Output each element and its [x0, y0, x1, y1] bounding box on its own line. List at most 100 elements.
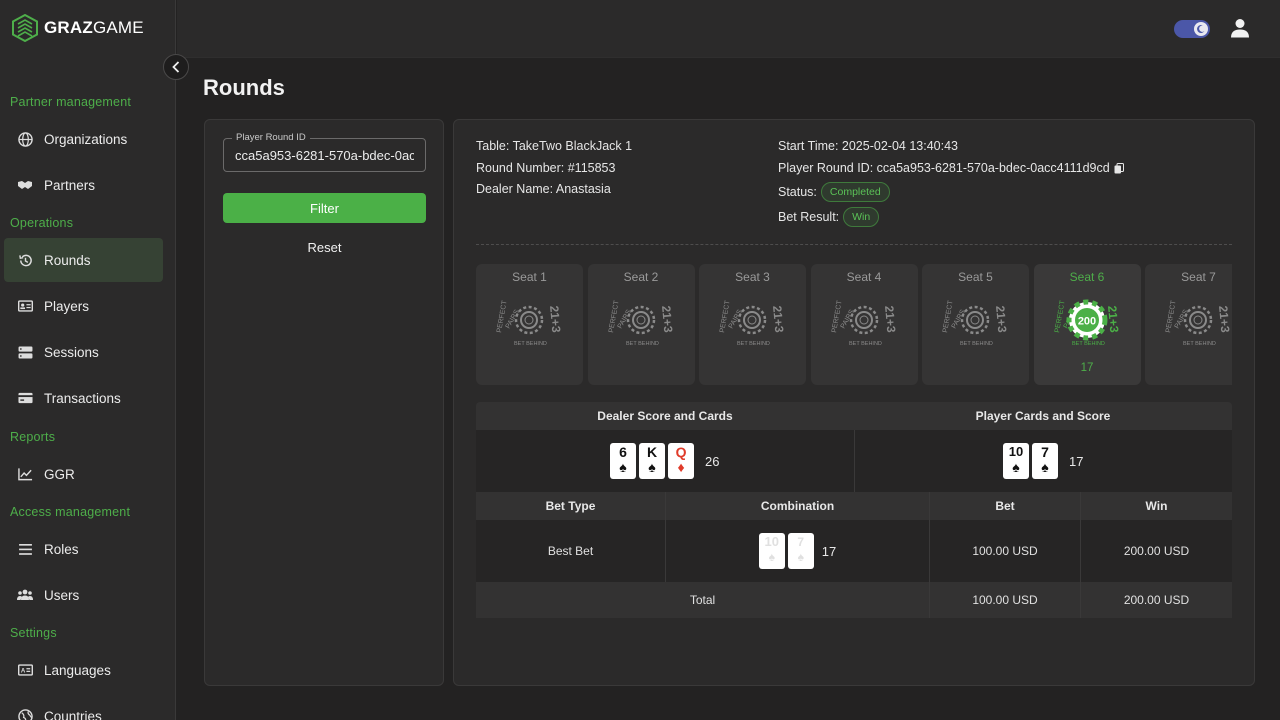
chevron-left-icon	[172, 61, 180, 73]
sidebar-item-label: Roles	[44, 541, 79, 557]
sidebar-item-partners[interactable]: Partners	[4, 163, 163, 207]
bet-behind-text: BET BEHIND	[514, 341, 547, 347]
sidebar-item-ggr[interactable]: GGR	[4, 452, 163, 496]
combination-cards: 10 ♠ 7 ♠	[758, 533, 814, 569]
sidebar-item-label: Sessions	[44, 344, 99, 360]
reset-button[interactable]: Reset	[223, 233, 426, 261]
filter-panel: Player Round ID Filter Reset	[204, 119, 444, 686]
seat-4[interactable]: Seat 4 PERFECT PAIRS 21+3 BET BEHIND	[810, 264, 918, 385]
sidebar-item-label: Partners	[44, 177, 96, 193]
page-title: Rounds	[203, 75, 285, 100]
card-rank: K	[646, 444, 658, 460]
table-name: Table: TakeTwo BlackJack 1	[476, 139, 633, 153]
card-rank: 10	[764, 534, 779, 549]
bet-spot-icon: PERFECTPAIRS 21+3BET BEHIND	[719, 299, 786, 347]
score-header-row: Dealer Score and Cards Player Cards and …	[476, 402, 1232, 430]
seat-3[interactable]: Seat 3 PERFECT PAIRS 21+3 BET BEHIND	[699, 264, 806, 385]
seat-label: Seat 4	[846, 270, 882, 284]
list-icon	[17, 541, 33, 557]
player-score: 17	[1069, 453, 1084, 469]
theme-toggle[interactable]	[1174, 20, 1210, 38]
round-number: Round Number: #115853	[476, 161, 616, 175]
score-row: 6 ♠ K ♠ Q ♦ 26 10 ♠ 7 ♠ 17	[476, 430, 1232, 492]
start-time: Start Time: 2025-02-04 13:40:43	[778, 139, 958, 153]
filter-button[interactable]: Filter	[223, 193, 426, 223]
sidebar-item-players[interactable]: Players	[4, 284, 163, 328]
sidebar-item-rounds[interactable]: Rounds	[4, 238, 163, 282]
sidebar-item-countries[interactable]: Countries	[4, 694, 163, 720]
side-bet-text: 21+3	[547, 305, 563, 333]
player-round-id-input[interactable]	[224, 139, 425, 171]
collapse-sidebar-button[interactable]	[163, 54, 189, 80]
seats-row: Seat 1 PERFECT PAIRS 21+3 BET BEHIND Seat 2 PE…	[476, 264, 1232, 385]
bet-type-header: Bet Type	[545, 499, 596, 513]
sidebar-item-users[interactable]: Users	[4, 573, 163, 617]
bet-behind-text: BET BEHIND	[1183, 341, 1216, 347]
side-bet-text: 21+3	[1216, 305, 1232, 333]
seat-label: Seat 6	[1069, 270, 1105, 284]
playing-card: 7 ♠	[1032, 443, 1059, 479]
chip-amount: 200	[1077, 316, 1095, 328]
user-account-icon[interactable]	[1230, 18, 1250, 38]
status-line: Status: Completed	[778, 182, 890, 202]
playing-card: 10 ♠	[758, 533, 785, 569]
seat-7[interactable]: Seat 7 PERFECT PAIRS 21+3 BET BEHIND	[1145, 264, 1232, 385]
total-label: Total	[689, 593, 716, 607]
brand-logo[interactable]: GRAZGAME	[12, 14, 144, 42]
win-header: Win	[1080, 492, 1232, 520]
sidebar-item-label: Countries	[44, 708, 102, 720]
sidebar-item-label: Organizations	[44, 131, 128, 147]
card-suit-icon: ♠	[1041, 459, 1049, 475]
seat-6[interactable]: Seat 6PERFECTPAIRS21+3BET BEHIND20017	[1033, 264, 1141, 385]
side-bet-text: 21+3	[770, 305, 786, 333]
topbar	[177, 0, 1280, 58]
seat-5[interactable]: Seat 5 PERFECT PAIRS 21+3 BET BEHIND	[922, 264, 1029, 385]
seat-label: Seat 3	[735, 270, 770, 284]
sidebar-item-organizations[interactable]: Organizations	[4, 117, 163, 161]
card-suit-icon: ♠	[797, 550, 804, 564]
card-suit-icon: ♦	[677, 459, 685, 475]
player-round-id-line: Player Round ID: cca5a953-6281-570a-bdec…	[778, 161, 1124, 175]
card-rank: 7	[1041, 444, 1049, 460]
seat-score: 17	[1080, 362, 1094, 374]
sidebar-item-languages[interactable]: A Languages	[4, 648, 163, 692]
seat-label: Seat 5	[958, 270, 993, 284]
sidebar-item-label: Languages	[44, 662, 111, 678]
card-suit-icon: ♠	[648, 459, 656, 475]
bet-header: Bet	[929, 492, 1080, 520]
card-rank: 10	[1008, 444, 1024, 459]
player-cards-cell: 10 ♠ 7 ♠ 17	[853, 430, 1233, 492]
globe-icon	[17, 131, 33, 147]
sidebar-item-label: Players	[44, 298, 90, 314]
playing-card: 6 ♠	[610, 443, 637, 479]
side-bet-text: 21+3	[882, 305, 898, 333]
total-bet: 100.00 USD	[929, 582, 1080, 618]
sidebar-item-sessions[interactable]: Sessions	[4, 330, 163, 374]
dealer-name: Dealer Name: Anastasia	[476, 182, 611, 196]
bet-result-label: Bet Result:	[778, 210, 840, 224]
bet-behind-text: BET BEHIND	[960, 341, 993, 347]
status-label: Status:	[778, 185, 817, 199]
sidebar-item-transactions[interactable]: Transactions	[4, 376, 163, 420]
section-title-reports: Reports	[10, 430, 56, 444]
svg-text:A: A	[20, 667, 25, 674]
seat-2[interactable]: Seat 2 PERFECT PAIRS 21+3 BET BEHIND	[587, 264, 695, 385]
seat-1[interactable]: Seat 1 PERFECT PAIRS 21+3 BET BEHIND	[476, 264, 583, 385]
total-row: Total 100.00 USD 200.00 USD	[476, 582, 1232, 618]
users-icon	[17, 587, 33, 603]
language-icon: A	[17, 662, 33, 678]
sidebar-item-roles[interactable]: Roles	[4, 527, 163, 571]
player-score-header: Player Cards and Score	[975, 409, 1111, 423]
dealer-cards: 6 ♠ K ♠ Q ♦	[610, 443, 695, 479]
card-icon	[17, 390, 33, 406]
status-badge: Completed	[820, 182, 890, 202]
dealer-cards-cell: 6 ♠ K ♠ Q ♦ 26	[476, 430, 854, 492]
brand-name: GRAZGAME	[44, 18, 144, 37]
bet-spot-icon: PERFECTPAIRS 21+3BET BEHIND	[608, 299, 675, 347]
player-cards: 10 ♠ 7 ♠	[1003, 443, 1059, 479]
copy-icon[interactable]	[1114, 162, 1124, 174]
combination-score: 17	[821, 543, 837, 559]
bet-behind-text: BET BEHIND	[626, 341, 659, 347]
dealer-score: 26	[705, 453, 720, 469]
bet-behind-text: BET BEHIND	[737, 341, 770, 347]
